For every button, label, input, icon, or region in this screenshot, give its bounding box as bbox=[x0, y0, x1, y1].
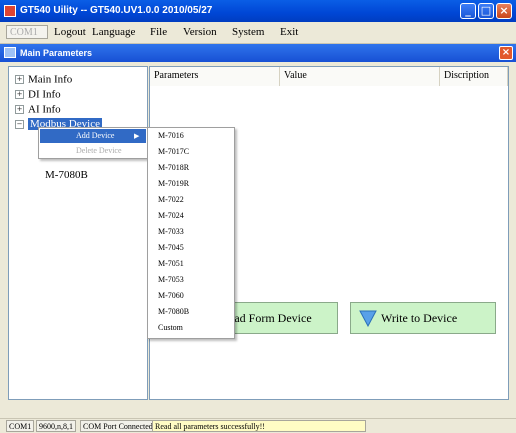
submenu-item[interactable]: M-7053 bbox=[158, 275, 184, 284]
submenu-item[interactable]: M-7017C bbox=[158, 147, 189, 156]
window-title: GT540 Uility -- GT540.UV1.0.0 2010/05/27 bbox=[20, 5, 213, 16]
menu-system[interactable]: System bbox=[232, 26, 264, 38]
submenu-item[interactable]: M-7016 bbox=[158, 131, 184, 140]
submenu-item[interactable]: M-7022 bbox=[158, 195, 184, 204]
tree-node-m-7080b[interactable]: M-7080B bbox=[45, 169, 88, 181]
menu-item-label: Delete Device bbox=[76, 146, 122, 155]
tree-node-main-info[interactable]: + Main Info bbox=[15, 73, 72, 85]
submenu-item[interactable]: Custom bbox=[158, 323, 183, 332]
write-to-device-button[interactable]: Write to Device bbox=[350, 302, 496, 334]
close-button[interactable]: × bbox=[496, 3, 512, 19]
status-port: COM1 bbox=[6, 420, 35, 432]
menu-item-label: Add Device bbox=[76, 131, 115, 140]
menu-bar: COM1 Logout Language File Version System… bbox=[0, 22, 516, 44]
button-area bbox=[150, 346, 508, 399]
panel-close-button[interactable]: × bbox=[499, 46, 513, 60]
submenu-item[interactable]: M-7080B bbox=[158, 307, 189, 316]
status-connection: COM Port Connected bbox=[80, 420, 156, 432]
menu-logout[interactable]: Logout bbox=[54, 26, 86, 38]
maximize-icon: □ bbox=[480, 4, 492, 17]
status-settings: 9600,n,8,1 bbox=[36, 420, 76, 432]
column-header-description[interactable]: Discription bbox=[440, 67, 508, 86]
menu-language[interactable]: Language bbox=[92, 26, 135, 38]
submenu-item[interactable]: M-7033 bbox=[158, 227, 184, 236]
device-tree[interactable]: + Main Info + DI Info + AI Info − Modbus Dev… bbox=[8, 66, 148, 400]
expand-icon[interactable]: + bbox=[15, 89, 24, 99]
panel-title-bar: Main Parameters × bbox=[0, 44, 516, 62]
menu-item-add-device[interactable]: Add Device ▶ bbox=[40, 129, 146, 143]
minimize-button[interactable]: _ bbox=[460, 3, 476, 19]
down-arrow-icon bbox=[359, 310, 377, 327]
context-menu: Add Device ▶ Delete Device bbox=[38, 127, 148, 159]
tree-node-label: Main Info bbox=[28, 73, 73, 86]
panel-icon bbox=[4, 47, 16, 58]
grid-header: Parameters Value Discription bbox=[150, 67, 508, 87]
submenu-item[interactable]: M-7018R bbox=[158, 163, 189, 172]
menu-item-delete-device[interactable]: Delete Device bbox=[40, 144, 146, 158]
menu-version[interactable]: Version bbox=[183, 26, 217, 38]
submenu-item[interactable]: M-7045 bbox=[158, 243, 184, 252]
submenu-arrow-icon: ▶ bbox=[134, 132, 140, 140]
submenu-item[interactable]: M-7060 bbox=[158, 291, 184, 300]
column-header-parameters[interactable]: Parameters bbox=[150, 67, 280, 86]
collapse-icon[interactable]: − bbox=[15, 119, 24, 129]
status-message: Read all parameters successfully!! bbox=[152, 420, 366, 432]
status-bar: COM1 9600,n,8,1 COM Port Connected Read … bbox=[0, 418, 516, 433]
submenu-item[interactable]: M-7024 bbox=[158, 211, 184, 220]
panel-title: Main Parameters bbox=[20, 48, 93, 58]
write-button-label: Write to Device bbox=[381, 311, 458, 325]
tree-node-label: AI Info bbox=[28, 103, 61, 116]
close-icon: × bbox=[499, 4, 509, 17]
column-header-value[interactable]: Value bbox=[280, 67, 440, 86]
tree-node-label: DI Info bbox=[28, 88, 61, 101]
menu-file[interactable]: File bbox=[150, 26, 167, 38]
expand-icon[interactable]: + bbox=[15, 104, 24, 114]
submenu-item[interactable]: M-7051 bbox=[158, 259, 184, 268]
submenu-item[interactable]: M-7019R bbox=[158, 179, 189, 188]
add-device-submenu: M-7016 M-7017C M-7018R M-7019R M-7022 M-… bbox=[147, 127, 235, 339]
expand-icon[interactable]: + bbox=[15, 74, 24, 84]
tree-node-ai-info[interactable]: + AI Info bbox=[15, 103, 61, 115]
title-bar: GT540 Uility -- GT540.UV1.0.0 2010/05/27… bbox=[0, 0, 516, 22]
maximize-button[interactable]: □ bbox=[478, 3, 494, 19]
app-icon bbox=[4, 5, 16, 17]
minimize-icon: _ bbox=[465, 4, 471, 17]
com-port-select[interactable]: COM1 bbox=[6, 25, 48, 39]
tree-node-di-info[interactable]: + DI Info bbox=[15, 88, 61, 100]
menu-exit[interactable]: Exit bbox=[280, 26, 298, 38]
